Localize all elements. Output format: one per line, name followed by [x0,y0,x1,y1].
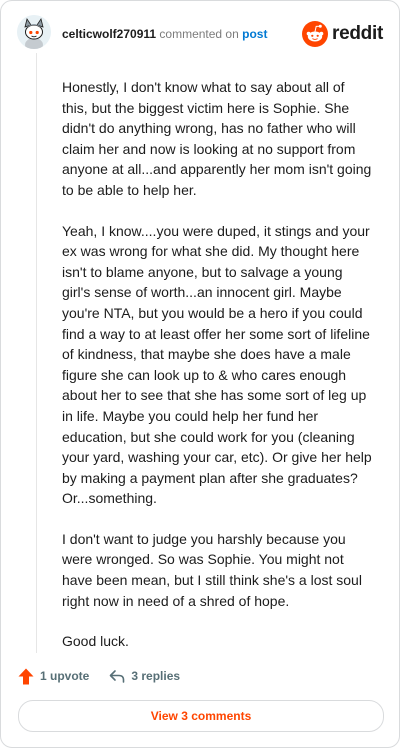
comment-meta: celticwolf270911 commented on post [62,27,267,41]
upvote-button[interactable]: 1 upvote [18,668,89,685]
comment-paragraph: I don't want to judge you harshly becaus… [62,530,362,609]
reddit-brand[interactable]: reddit [302,20,383,48]
username-link[interactable]: celticwolf270911 [62,27,156,41]
replies-button[interactable]: 3 replies [109,669,180,684]
comment-paragraph: Good luck. [62,633,129,650]
comment-header: celticwolf270911 commented on post reddi… [17,15,385,55]
comment-card: celticwolf270911 commented on post reddi… [0,0,400,748]
reply-arrow-icon [109,669,125,684]
reddit-logo-icon [302,21,329,47]
commented-on-text: commented on [159,27,239,41]
post-link[interactable]: post [242,27,267,41]
replies-count: 3 replies [131,669,181,683]
snoo-avatar-icon[interactable] [17,15,51,49]
comment-body: Honestly, I don't know what to say about… [62,77,374,672]
upvote-arrow-icon [18,668,34,685]
reddit-wordmark: reddit [332,23,383,44]
comment-actions: 1 upvote 3 replies [18,665,180,687]
view-comments-button[interactable]: View 3 comments [18,700,384,732]
upvote-count: 1 upvote [40,669,90,683]
comment-paragraph: Yeah, I know....you were duped, it sting… [62,222,372,507]
comment-paragraph: Honestly, I don't know what to say about… [62,79,372,198]
thread-line[interactable] [36,53,37,653]
